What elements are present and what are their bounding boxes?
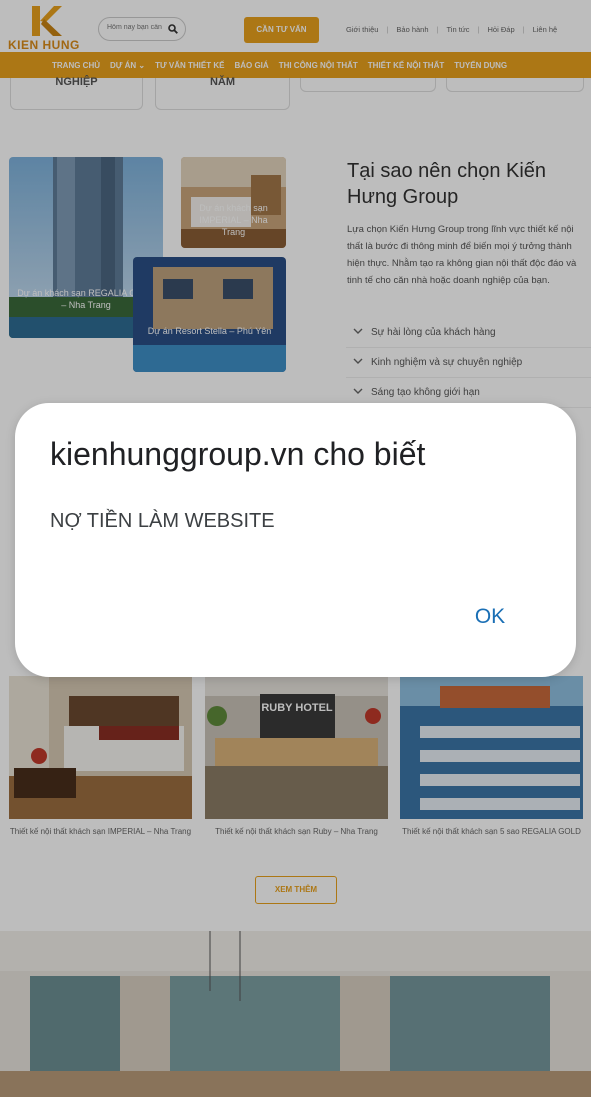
alert-dialog: kienhunggroup.vn cho biết NỢ TIỀN LÀM WE… <box>15 403 576 677</box>
ok-button[interactable]: OK <box>459 595 521 639</box>
dialog-message: NỢ TIỀN LÀM WEBSITE <box>50 510 275 532</box>
dialog-title: kienhunggroup.vn cho biết <box>50 436 426 472</box>
webpage: KIEN HUNG CẦN TƯ VẤN Giới thiệu | Bảo hà… <box>0 0 591 1097</box>
